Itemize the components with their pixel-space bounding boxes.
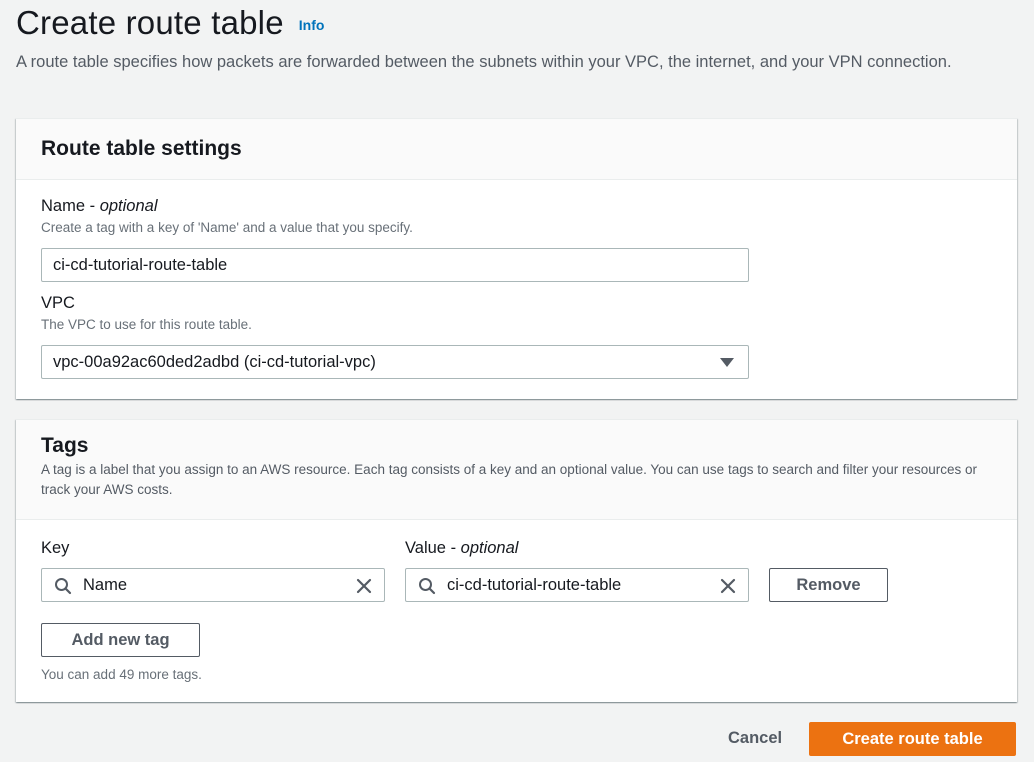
tags-remaining-hint: You can add 49 more tags.	[41, 667, 202, 682]
close-icon[interactable]	[719, 577, 737, 595]
vpc-select-value: vpc-00a92ac60ded2adbd (ci-cd-tutorial-vp…	[53, 352, 376, 371]
name-field-label-group: Name - optional Create a tag with a key …	[41, 197, 413, 235]
create-route-table-button[interactable]: Create route table	[809, 722, 1016, 756]
vpc-field-label-group: VPC The VPC to use for this route table.	[41, 294, 252, 332]
tags-description: A tag is a label that you assign to an A…	[41, 462, 978, 497]
close-icon[interactable]	[355, 577, 373, 595]
remove-tag-button[interactable]: Remove	[769, 568, 888, 602]
tag-value-value: ci-cd-tutorial-route-table	[447, 575, 622, 594]
route-table-settings-panel: Route table settings Name - optional Cre…	[16, 118, 1017, 399]
vpc-field-description: The VPC to use for this route table.	[41, 317, 252, 332]
tags-header: Tags A tag is a label that you assign to…	[16, 420, 1017, 520]
page-header: Create route table Info A route table sp…	[16, 4, 1016, 76]
search-icon	[419, 578, 436, 595]
info-link[interactable]: Info	[299, 17, 325, 33]
name-input-value: ci-cd-tutorial-route-table	[53, 255, 228, 274]
name-field-description: Create a tag with a key of 'Name' and a …	[41, 220, 413, 235]
tag-value-input[interactable]: ci-cd-tutorial-route-table	[405, 568, 749, 602]
name-field-label: Name - optional	[41, 197, 158, 215]
vpc-select[interactable]: vpc-00a92ac60ded2adbd (ci-cd-tutorial-vp…	[41, 345, 749, 379]
value-column-label: Value - optional	[405, 539, 519, 557]
tags-panel: Tags A tag is a label that you assign to…	[16, 419, 1017, 702]
page-title: Create route table	[16, 4, 284, 41]
name-input[interactable]: ci-cd-tutorial-route-table	[41, 248, 749, 282]
tags-title: Tags	[41, 434, 89, 457]
settings-header: Route table settings	[16, 119, 1017, 180]
page-description: A route table specifies how packets are …	[16, 53, 952, 71]
search-icon	[55, 578, 72, 595]
cancel-button[interactable]: Cancel	[728, 729, 782, 748]
tag-key-value: Name	[83, 575, 128, 594]
settings-title: Route table settings	[41, 137, 242, 160]
vpc-field-label: VPC	[41, 294, 75, 312]
page-title-row: Create route table Info	[16, 4, 1016, 42]
key-column-label: Key	[41, 539, 70, 557]
caret-down-icon	[720, 358, 734, 367]
add-new-tag-button[interactable]: Add new tag	[41, 623, 200, 657]
tag-key-input[interactable]: Name	[41, 568, 385, 602]
